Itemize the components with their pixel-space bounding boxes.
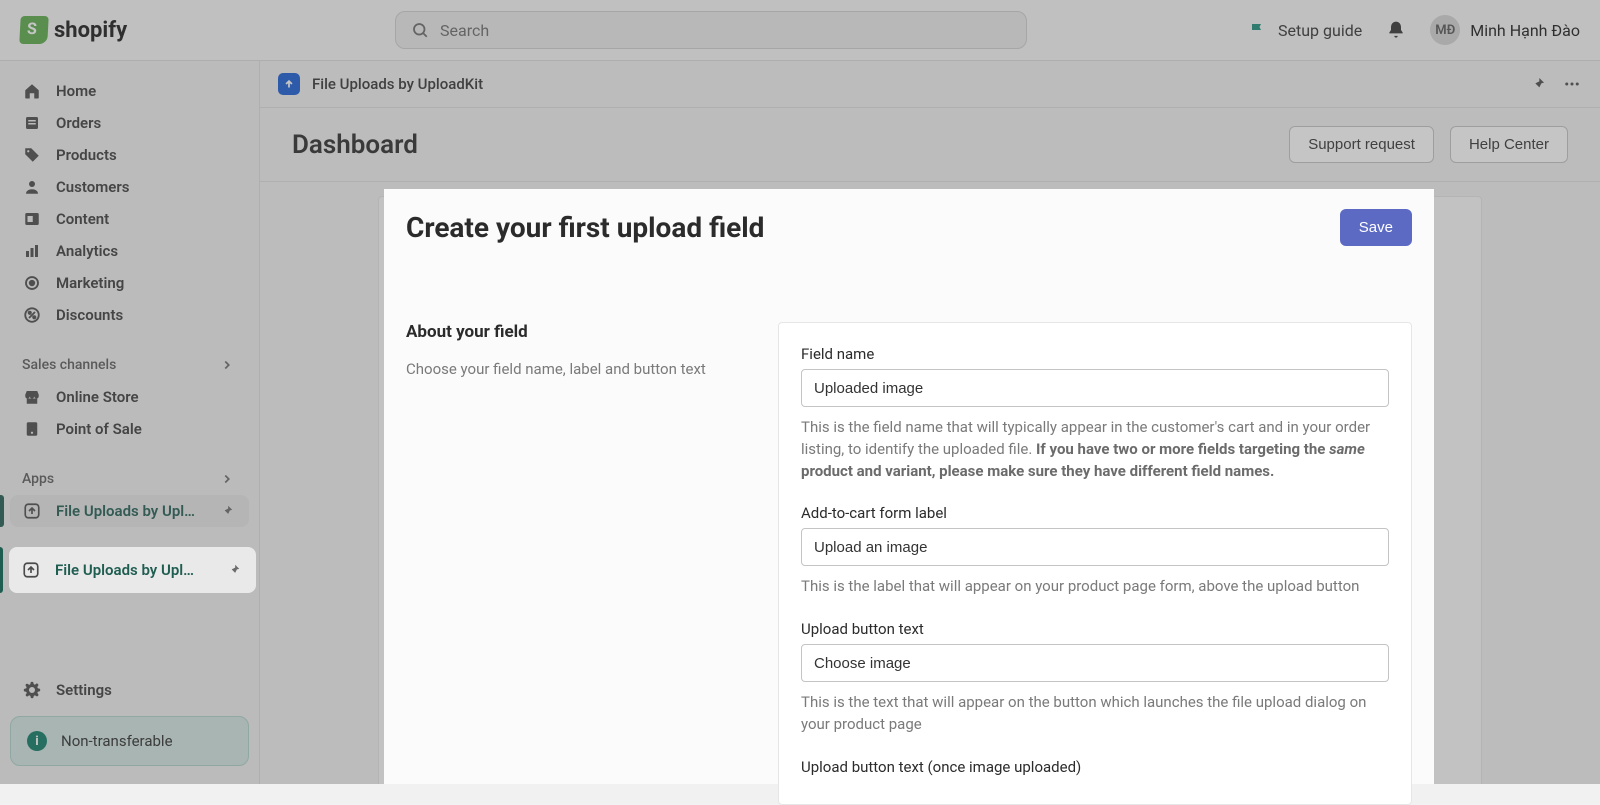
- avatar-initials: MĐ: [1435, 23, 1455, 38]
- non-transferable-label: Non-transferable: [61, 732, 173, 750]
- app-title: File Uploads by UploadKit: [312, 75, 483, 93]
- app-header-actions: [1528, 74, 1582, 94]
- main: File Uploads by UploadKit Dashboard Supp…: [260, 61, 1600, 784]
- page-bar: Dashboard Support request Help Center: [260, 108, 1600, 182]
- sidebar-item-label: Discounts: [56, 306, 123, 324]
- orders-icon: [22, 113, 42, 133]
- sidebar-item-label: Point of Sale: [56, 420, 142, 438]
- user-menu[interactable]: MĐ Minh Hạnh Đào: [1430, 15, 1580, 45]
- sidebar-item-label: Home: [56, 82, 96, 100]
- app-header: File Uploads by UploadKit: [260, 61, 1600, 108]
- apps-label: Apps: [22, 471, 54, 487]
- sales-channels-label: Sales channels: [22, 357, 116, 373]
- sidebar-item-label: Products: [56, 146, 117, 164]
- sidebar-item-marketing[interactable]: Marketing: [10, 267, 249, 299]
- content-icon: [22, 209, 42, 229]
- more-icon[interactable]: [1562, 74, 1582, 94]
- sidebar-item-label: Settings: [56, 681, 112, 699]
- info-icon: i: [27, 731, 47, 751]
- store-icon: [22, 387, 42, 407]
- setup-guide-link[interactable]: Setup guide: [1248, 20, 1362, 40]
- upload-app-icon: [22, 501, 42, 521]
- topbar: shopify Search Setup guide MĐ Minh Hạnh …: [0, 0, 1600, 61]
- sidebar-item-orders[interactable]: Orders: [10, 107, 249, 139]
- tag-icon: [22, 145, 42, 165]
- brand-logo[interactable]: shopify: [20, 16, 260, 44]
- sidebar-item-analytics[interactable]: Analytics: [10, 235, 249, 267]
- pin-icon[interactable]: [1528, 74, 1548, 94]
- layout: Home Orders Products Customers Content A…: [0, 61, 1600, 784]
- flag-icon: [1248, 20, 1268, 40]
- content-area: [260, 182, 1600, 784]
- shopify-bag-icon: [19, 16, 48, 44]
- search-icon: [410, 20, 430, 40]
- sidebar-item-label: Customers: [56, 178, 129, 196]
- search-input[interactable]: Search: [395, 11, 1027, 49]
- sidebar-item-label: Online Store: [56, 388, 139, 406]
- sidebar-item-content[interactable]: Content: [10, 203, 249, 235]
- help-center-button[interactable]: Help Center: [1450, 126, 1568, 163]
- search-wrap: Search: [395, 11, 1027, 49]
- topbar-right: Setup guide MĐ Minh Hạnh Đào: [1248, 15, 1580, 45]
- sales-channels-section: Sales channels Online Store Point of Sal…: [10, 349, 249, 445]
- chevron-right-icon: [217, 355, 237, 375]
- analytics-icon: [22, 241, 42, 261]
- sales-channels-header[interactable]: Sales channels: [10, 349, 249, 381]
- brand-name: shopify: [54, 18, 127, 43]
- sidebar-item-products[interactable]: Products: [10, 139, 249, 171]
- sidebar-item-label: Analytics: [56, 242, 118, 260]
- page-actions: Support request Help Center: [1289, 126, 1568, 163]
- chevron-right-icon: [217, 469, 237, 489]
- sidebar-item-online-store[interactable]: Online Store: [10, 381, 249, 413]
- sidebar-item-label: Marketing: [56, 274, 124, 292]
- non-transferable-banner[interactable]: i Non-transferable: [10, 716, 249, 766]
- avatar: MĐ: [1430, 15, 1460, 45]
- home-icon: [22, 81, 42, 101]
- sidebar-item-pos[interactable]: Point of Sale: [10, 413, 249, 445]
- card: [378, 196, 1482, 784]
- apps-section: Apps File Uploads by Upl…: [10, 463, 249, 527]
- support-request-button[interactable]: Support request: [1289, 126, 1434, 163]
- search-placeholder: Search: [440, 21, 489, 40]
- sidebar-item-file-uploads[interactable]: File Uploads by Upl…: [10, 495, 249, 527]
- user-icon: [22, 177, 42, 197]
- target-icon: [22, 273, 42, 293]
- sidebar-item-customers[interactable]: Customers: [10, 171, 249, 203]
- percent-icon: [22, 305, 42, 325]
- sidebar-item-settings[interactable]: Settings: [10, 674, 249, 706]
- apps-header[interactable]: Apps: [10, 463, 249, 495]
- pin-icon[interactable]: [217, 501, 237, 521]
- pos-icon: [22, 419, 42, 439]
- upload-app-icon: [278, 73, 300, 95]
- sidebar-item-label: File Uploads by Upl…: [56, 502, 195, 520]
- sidebar-item-home[interactable]: Home: [10, 75, 249, 107]
- sidebar-item-discounts[interactable]: Discounts: [10, 299, 249, 331]
- sidebar: Home Orders Products Customers Content A…: [0, 61, 260, 784]
- sidebar-item-label: Orders: [56, 114, 101, 132]
- bell-icon[interactable]: [1386, 20, 1406, 40]
- gear-icon: [22, 680, 42, 700]
- setup-guide-label: Setup guide: [1278, 21, 1362, 40]
- page-title: Dashboard: [292, 130, 418, 160]
- user-name: Minh Hạnh Đào: [1470, 21, 1580, 40]
- sidebar-item-label: Content: [56, 210, 109, 228]
